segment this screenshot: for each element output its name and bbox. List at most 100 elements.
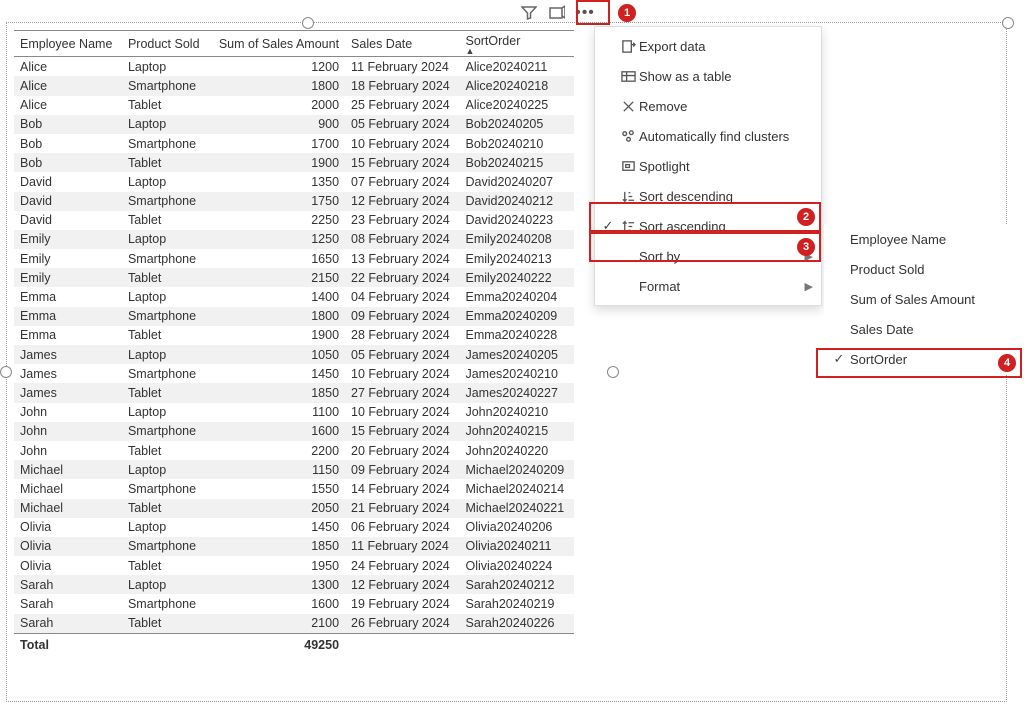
cell: Emily bbox=[14, 268, 122, 287]
cell: James bbox=[14, 345, 122, 364]
table-row[interactable]: JohnTablet220020 February 2024John202402… bbox=[14, 441, 574, 460]
menu-format[interactable]: Format ▶ bbox=[595, 271, 821, 301]
cell: 24 February 2024 bbox=[345, 556, 459, 575]
cell: 06 February 2024 bbox=[345, 518, 459, 537]
cell: 04 February 2024 bbox=[345, 287, 459, 306]
cell: 10 February 2024 bbox=[345, 403, 459, 422]
table-row[interactable]: AliceSmartphone180018 February 2024Alice… bbox=[14, 76, 574, 95]
table-row[interactable]: MichaelTablet205021 February 2024Michael… bbox=[14, 499, 574, 518]
cell: John20240215 bbox=[459, 422, 574, 441]
table-row[interactable]: MichaelLaptop115009 February 2024Michael… bbox=[14, 460, 574, 479]
cell: Alice bbox=[14, 96, 122, 115]
menu-remove[interactable]: Remove bbox=[595, 91, 821, 121]
table-row[interactable]: EmilyTablet215022 February 2024Emily2024… bbox=[14, 268, 574, 287]
spotlight-icon bbox=[617, 159, 639, 174]
cell: Alice20240211 bbox=[459, 57, 574, 77]
table-icon bbox=[617, 69, 639, 84]
cell: Sarah20240212 bbox=[459, 575, 574, 594]
cell: 09 February 2024 bbox=[345, 460, 459, 479]
cell: Laptop bbox=[122, 403, 208, 422]
table-row[interactable]: BobSmartphone170010 February 2024Bob2024… bbox=[14, 134, 574, 153]
col-amount[interactable]: Sum of Sales Amount bbox=[208, 31, 345, 57]
cell: Alice20240225 bbox=[459, 96, 574, 115]
cell: 900 bbox=[208, 115, 345, 134]
cell: 1100 bbox=[208, 403, 345, 422]
cell: Alice bbox=[14, 57, 122, 77]
cell: 1900 bbox=[208, 326, 345, 345]
cell: Tablet bbox=[122, 268, 208, 287]
menu-export[interactable]: Export data bbox=[595, 31, 821, 61]
table-row[interactable]: EmmaLaptop140004 February 2024Emma202402… bbox=[14, 287, 574, 306]
table-row[interactable]: JamesTablet185027 February 2024James2024… bbox=[14, 383, 574, 402]
cell: 1750 bbox=[208, 192, 345, 211]
export-icon bbox=[617, 39, 639, 54]
sortby-amount[interactable]: Sum of Sales Amount bbox=[824, 284, 1022, 314]
table-row[interactable]: BobTablet190015 February 2024Bob20240215 bbox=[14, 153, 574, 172]
cell: James20240227 bbox=[459, 383, 574, 402]
table-row[interactable]: JohnSmartphone160015 February 2024John20… bbox=[14, 422, 574, 441]
cell: Sarah20240226 bbox=[459, 614, 574, 634]
cell: 10 February 2024 bbox=[345, 134, 459, 153]
table-row[interactable]: OliviaLaptop145006 February 2024Olivia20… bbox=[14, 518, 574, 537]
resize-handle-top[interactable] bbox=[302, 17, 314, 29]
focus-icon[interactable] bbox=[548, 4, 566, 22]
resize-handle-mid[interactable] bbox=[607, 366, 619, 378]
cell: 1850 bbox=[208, 537, 345, 556]
table-row[interactable]: AliceLaptop120011 February 2024Alice2024… bbox=[14, 57, 574, 77]
cell: Michael20240209 bbox=[459, 460, 574, 479]
cell: 1800 bbox=[208, 307, 345, 326]
cell: Tablet bbox=[122, 499, 208, 518]
cell: 07 February 2024 bbox=[345, 172, 459, 191]
sortby-date[interactable]: Sales Date bbox=[824, 314, 1022, 344]
cell: Emily20240208 bbox=[459, 230, 574, 249]
cell: John20240220 bbox=[459, 441, 574, 460]
cell: Olivia20240224 bbox=[459, 556, 574, 575]
cell: James20240205 bbox=[459, 345, 574, 364]
cell: 1150 bbox=[208, 460, 345, 479]
table-row[interactable]: DavidLaptop135007 February 2024David2024… bbox=[14, 172, 574, 191]
table-row[interactable]: OliviaSmartphone185011 February 2024Oliv… bbox=[14, 537, 574, 556]
table-row[interactable]: SarahLaptop130012 February 2024Sarah2024… bbox=[14, 575, 574, 594]
annotation-badge-2: 2 bbox=[797, 208, 815, 226]
cell: 09 February 2024 bbox=[345, 307, 459, 326]
menu-spotlight[interactable]: Spotlight bbox=[595, 151, 821, 181]
sortby-employee[interactable]: Employee Name bbox=[824, 224, 1022, 254]
annotation-4-box bbox=[816, 348, 1022, 378]
col-date[interactable]: Sales Date bbox=[345, 31, 459, 57]
table-row[interactable]: EmilyLaptop125008 February 2024Emily2024… bbox=[14, 230, 574, 249]
cell: Emma bbox=[14, 287, 122, 306]
table-row[interactable]: SarahTablet210026 February 2024Sarah2024… bbox=[14, 614, 574, 634]
cell: John20240210 bbox=[459, 403, 574, 422]
table-row[interactable]: DavidSmartphone175012 February 2024David… bbox=[14, 192, 574, 211]
cell: 1450 bbox=[208, 518, 345, 537]
cell: Tablet bbox=[122, 556, 208, 575]
cell: Sarah20240219 bbox=[459, 594, 574, 613]
total-label: Total bbox=[14, 633, 122, 654]
menu-show-table[interactable]: Show as a table bbox=[595, 61, 821, 91]
table-row[interactable]: EmmaSmartphone180009 February 2024Emma20… bbox=[14, 307, 574, 326]
filter-icon[interactable] bbox=[520, 4, 538, 22]
cell: Sarah bbox=[14, 594, 122, 613]
cell: David20240207 bbox=[459, 172, 574, 191]
table-row[interactable]: SarahSmartphone160019 February 2024Sarah… bbox=[14, 594, 574, 613]
annotation-badge-4: 4 bbox=[998, 354, 1016, 372]
table-row[interactable]: BobLaptop90005 February 2024Bob20240205 bbox=[14, 115, 574, 134]
table-row[interactable]: EmilySmartphone165013 February 2024Emily… bbox=[14, 249, 574, 268]
cell: Laptop bbox=[122, 115, 208, 134]
table-row[interactable]: AliceTablet200025 February 2024Alice2024… bbox=[14, 96, 574, 115]
col-product[interactable]: Product Sold bbox=[122, 31, 208, 57]
menu-clusters[interactable]: Automatically find clusters bbox=[595, 121, 821, 151]
col-employee[interactable]: Employee Name bbox=[14, 31, 122, 57]
table-row[interactable]: JamesLaptop105005 February 2024James2024… bbox=[14, 345, 574, 364]
col-sortorder[interactable]: SortOrder▲ bbox=[459, 31, 574, 57]
table-row[interactable]: JamesSmartphone145010 February 2024James… bbox=[14, 364, 574, 383]
table-row[interactable]: EmmaTablet190028 February 2024Emma202402… bbox=[14, 326, 574, 345]
table-row[interactable]: JohnLaptop110010 February 2024John202402… bbox=[14, 403, 574, 422]
table-row[interactable]: MichaelSmartphone155014 February 2024Mic… bbox=[14, 479, 574, 498]
table-row[interactable]: DavidTablet225023 February 2024David2024… bbox=[14, 211, 574, 230]
table-row[interactable]: OliviaTablet195024 February 2024Olivia20… bbox=[14, 556, 574, 575]
sortby-product[interactable]: Product Sold bbox=[824, 254, 1022, 284]
cell: David20240212 bbox=[459, 192, 574, 211]
resize-handle-top-right[interactable] bbox=[1002, 17, 1014, 29]
resize-handle-left[interactable] bbox=[0, 366, 12, 378]
